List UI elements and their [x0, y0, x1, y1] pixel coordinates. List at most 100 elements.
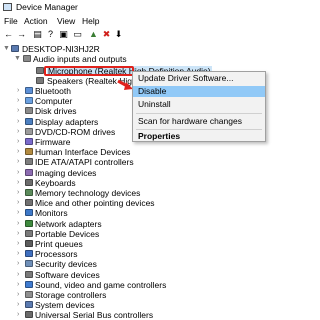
- uninstall-icon[interactable]: ✖: [101, 29, 112, 40]
- tree-item-label: Storage controllers: [35, 290, 107, 300]
- device-icon: [11, 45, 19, 52]
- device-icon: [25, 260, 33, 268]
- expand-icon[interactable]: ›: [17, 219, 23, 229]
- tree-category-monitors[interactable]: › Monitors: [0, 208, 294, 218]
- tree-item-label: Sound, video and game controllers: [35, 279, 167, 290]
- tree-category-universal-serial-bus-controllers[interactable]: › Universal Serial Bus controllers: [0, 310, 294, 320]
- expand-icon[interactable]: ›: [17, 259, 23, 269]
- tree-item-label: Network adapters: [35, 218, 102, 229]
- expand-icon[interactable]: ›: [17, 188, 23, 198]
- expand-icon[interactable]: ›: [17, 300, 23, 310]
- expand-icon[interactable]: ›: [17, 86, 23, 96]
- annotation-highlight-box: [44, 66, 134, 76]
- device-icon: [25, 148, 33, 156]
- tree-category-network-adapters[interactable]: › Network adapters: [0, 219, 294, 229]
- context-uninstall[interactable]: Uninstall: [133, 99, 265, 110]
- menu-bar: File Action View Help: [0, 16, 294, 28]
- device-icon: [25, 250, 33, 258]
- expand-icon[interactable]: ›: [17, 208, 23, 218]
- monitor-icon[interactable]: ▭: [72, 29, 83, 40]
- scan-icon[interactable]: ▣: [58, 29, 69, 40]
- expand-icon[interactable]: ›: [17, 270, 23, 280]
- expand-icon[interactable]: ›: [17, 106, 23, 116]
- collapse-icon[interactable]: ▼: [3, 44, 10, 54]
- device-icon: [25, 199, 33, 207]
- tree-item-label: Processors: [35, 249, 78, 260]
- tree-item-label: Print queues: [35, 239, 83, 249]
- tree-item-label: Disk drives: [35, 106, 77, 117]
- tree-category-audio[interactable]: ▼ Audio inputs and outputs: [0, 54, 294, 64]
- menu-help[interactable]: Help: [82, 16, 99, 26]
- context-separator: [136, 129, 262, 130]
- expand-icon[interactable]: ›: [17, 249, 23, 259]
- expand-icon[interactable]: ›: [17, 157, 23, 167]
- expand-icon[interactable]: ›: [17, 127, 23, 137]
- expand-icon[interactable]: ›: [17, 239, 23, 249]
- expand-icon[interactable]: ›: [17, 147, 23, 157]
- back-icon[interactable]: ←: [3, 29, 14, 40]
- tree-item-label: Human Interface Devices: [35, 147, 131, 158]
- tree-category-keyboards[interactable]: › Keyboards: [0, 178, 294, 188]
- tree-category-security-devices[interactable]: › Security devices: [0, 259, 294, 269]
- device-icon: [25, 219, 33, 227]
- toolbar: ← → ▤? ▣ ▭ ▲ ✖ ⬇: [0, 28, 294, 42]
- tree-category-portable-devices[interactable]: › Portable Devices: [0, 229, 294, 239]
- expand-icon[interactable]: ›: [17, 229, 23, 239]
- context-menu: Update Driver Software... Disable Uninst…: [132, 71, 266, 142]
- tree-item-label: Software devices: [35, 269, 100, 280]
- device-icon: [25, 209, 33, 217]
- expand-icon[interactable]: ›: [17, 290, 23, 300]
- tree-item-label: Memory technology devices: [35, 188, 141, 198]
- expand-icon[interactable]: ›: [17, 198, 23, 208]
- tree-item-label: Portable Devices: [35, 228, 100, 239]
- tree-item-label: System devices: [35, 300, 95, 311]
- update-driver-icon[interactable]: ▲: [88, 29, 99, 40]
- expand-icon[interactable]: ›: [17, 168, 23, 178]
- tree-category-storage-controllers[interactable]: › Storage controllers: [0, 290, 294, 300]
- expand-icon[interactable]: ›: [17, 280, 23, 290]
- device-icon: [25, 240, 33, 247]
- tree-category-processors[interactable]: › Processors: [0, 249, 294, 259]
- context-update-driver[interactable]: Update Driver Software...: [133, 73, 265, 84]
- expand-icon[interactable]: ›: [17, 117, 23, 127]
- tree-category-mice-and-other-pointing-devices[interactable]: › Mice and other pointing devices: [0, 198, 294, 208]
- tree-category-system-devices[interactable]: › System devices: [0, 300, 294, 310]
- properties-icon[interactable]: ▤: [32, 29, 43, 40]
- expand-icon[interactable]: ›: [17, 310, 23, 320]
- tree-category-human-interface-devices[interactable]: › Human Interface Devices: [0, 147, 294, 157]
- context-scan-hardware[interactable]: Scan for hardware changes: [133, 116, 265, 127]
- tree-category-memory-technology-devices[interactable]: › Memory technology devices: [0, 188, 294, 198]
- tree-category-print-queues[interactable]: › Print queues: [0, 239, 294, 249]
- help-icon[interactable]: ?: [45, 29, 56, 40]
- tree-category-ide-ata-atapi-controllers[interactable]: › IDE ATA/ATAPI controllers: [0, 157, 294, 167]
- tree-item-label: Mice and other pointing devices: [35, 198, 155, 209]
- context-properties[interactable]: Properties: [133, 131, 265, 142]
- forward-icon[interactable]: →: [16, 29, 27, 40]
- expand-icon[interactable]: ›: [17, 96, 23, 106]
- tree-category-imaging-devices[interactable]: › Imaging devices: [0, 168, 294, 178]
- tree-item-label: Firmware: [35, 137, 71, 147]
- device-icon: [25, 270, 33, 278]
- tree-item-label: Imaging devices: [35, 167, 97, 178]
- menu-view[interactable]: View: [57, 16, 75, 26]
- menu-action[interactable]: Action: [24, 16, 48, 26]
- tree-category-software-devices[interactable]: › Software devices: [0, 270, 294, 280]
- device-icon: [25, 87, 33, 94]
- window-title: Device Manager: [16, 2, 78, 12]
- tree-category-sound-video-and-game-controllers[interactable]: › Sound, video and game controllers: [0, 280, 294, 290]
- expand-icon[interactable]: ›: [17, 137, 23, 147]
- collapse-icon[interactable]: ▼: [14, 54, 21, 64]
- tree-item-label: Bluetooth: [35, 86, 71, 96]
- menu-file[interactable]: File: [4, 16, 18, 26]
- disable-icon[interactable]: ⬇: [113, 29, 124, 40]
- device-icon: [25, 107, 33, 115]
- tree-item-label: Keyboards: [35, 177, 76, 188]
- device-icon: [25, 280, 33, 288]
- expand-icon[interactable]: ›: [17, 178, 23, 188]
- context-disable[interactable]: Disable: [133, 86, 265, 97]
- tree-root[interactable]: ▼ DESKTOP-NI3HJ2R: [0, 44, 294, 54]
- tree-item-label: Computer: [35, 96, 73, 107]
- device-icon: [25, 168, 33, 176]
- tree-item-label: Universal Serial Bus controllers: [35, 310, 154, 320]
- tree-item-label: IDE ATA/ATAPI controllers: [35, 157, 134, 168]
